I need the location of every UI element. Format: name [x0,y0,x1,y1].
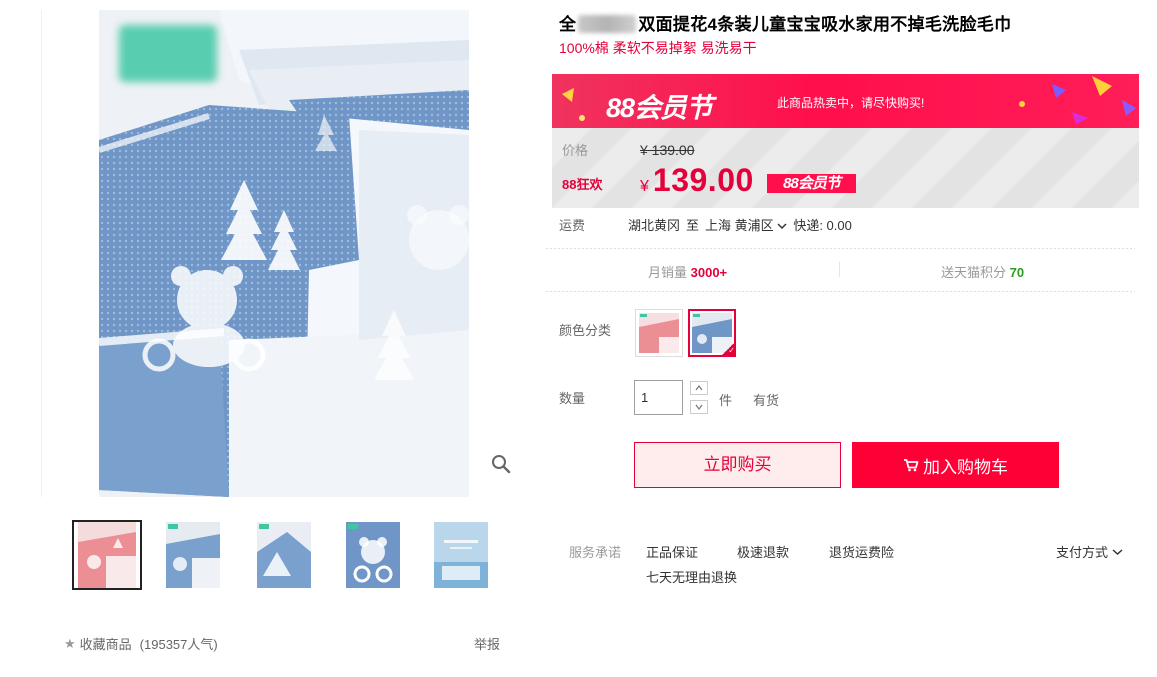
quantity-input[interactable] [634,380,683,415]
quantity-label: 数量 [559,391,586,406]
chevron-down-icon [1112,548,1123,555]
monthly-sales-value: 3000+ [690,265,728,280]
ship-to-district: 黄浦区 [734,218,774,233]
tmall-points: 送天猫积分 70 [941,262,1024,281]
price-label: 价格 [562,143,589,158]
payment-methods-toggle[interactable]: 支付方式 [1056,542,1123,561]
sku-option-blue[interactable]: ✓ [688,309,736,357]
service-label: 服务承诺 [569,545,622,560]
cart-icon [904,459,919,472]
product-title: 全 双面提花4条装儿童宝宝吸水家用不掉毛洗脸毛巾 [559,10,1011,35]
thumbnail-2[interactable] [162,520,232,590]
main-product-image[interactable] [99,10,469,497]
thumbnail-1[interactable] [72,520,142,590]
promo-badge: 88会员节 [767,174,856,193]
tmall-points-label: 送天猫积分 [941,265,1007,280]
promo-logo: 88会员节 [606,93,713,123]
product-subtitle: 100%棉 柔软不易掉絮 易洗易干 [559,40,757,56]
sku-label: 颜色分类 [559,323,612,338]
gallery-divider [41,10,42,497]
promo-price-panel: 88会员节 此商品热卖中，请尽快购买! 价格 ¥ 139.00 88狂欢 ¥ 1… [552,74,1139,208]
magnifier-icon [491,455,510,474]
collect-product-link[interactable]: ★ 收藏商品 (195357人气) [64,634,218,653]
chevron-down-icon [695,404,703,410]
monthly-sales-label: 月销量 [648,265,688,280]
title-start: 全 [559,15,577,34]
title-rest: 双面提花4条装儿童宝宝吸水家用不掉毛洗脸毛巾 [638,15,1012,34]
thumbnail-4[interactable] [342,520,412,590]
shipping-fee: 快递: 0.00 [793,218,852,233]
service-return-insurance[interactable]: 退货运费险 [829,542,894,561]
selected-check-icon: ✓ [721,342,734,355]
promo-banner: 88会员节 此商品热卖中，请尽快购买! [552,74,1139,128]
quantity-increase-button[interactable] [690,381,708,395]
stock-status: 有货 [753,393,780,408]
ship-to-city: 上海 [705,218,732,233]
chevron-up-icon [695,385,703,391]
divider [546,291,1135,292]
thumbnail-5[interactable] [430,520,500,590]
thumbnail-3[interactable] [253,520,323,590]
collect-label: 收藏商品 [79,637,132,652]
service-genuine[interactable]: 正品保证 [646,542,698,561]
monthly-sales: 月销量 3000+ [648,262,727,281]
add-to-cart-button[interactable]: 加入购物车 [852,442,1059,488]
quantity-decrease-button[interactable] [690,400,708,414]
payment-label: 支付方式 [1056,545,1109,560]
promo-hot-text: 此商品热卖中，请尽快购买! [777,96,925,110]
tmall-points-value: 70 [1009,265,1025,280]
chevron-down-icon [777,223,787,230]
ship-from: 湖北黄冈 [628,218,681,233]
sku-option-pink[interactable] [635,309,683,357]
original-price: ¥ 139.00 [640,142,695,158]
promo-label: 88狂欢 [562,177,603,192]
star-icon: ★ [64,635,76,651]
ship-destination-select[interactable]: 上海 黄浦区 [705,215,787,234]
service-7-day-return[interactable]: 七天无理由退换 [646,567,737,586]
popularity-count: (195357人气) [139,637,218,652]
report-link[interactable]: 举报 [474,634,500,653]
currency-symbol: ¥ [640,178,649,195]
service-fast-refund[interactable]: 极速退款 [737,542,789,561]
ship-to-word: 至 [686,218,700,233]
stats-divider [839,262,840,277]
add-to-cart-label: 加入购物车 [923,457,1008,477]
redacted-brand [578,15,637,33]
quantity-unit: 件 [719,393,733,408]
shipping-label: 运费 [559,218,586,233]
promo-price: ¥ 139.00 [640,162,754,199]
towel-photo [99,10,469,497]
shipping-info: 湖北黄冈 至 上海 黄浦区 快递: 0.00 [628,215,852,234]
divider [546,248,1135,249]
promo-price-value: 139.00 [652,162,754,198]
sales-stats: 月销量 3000+ 送天猫积分 70 [546,254,1135,287]
buy-now-button[interactable]: 立即购买 [634,442,841,488]
sku-pink-swatch [639,313,679,353]
zoom-button[interactable] [478,434,523,494]
